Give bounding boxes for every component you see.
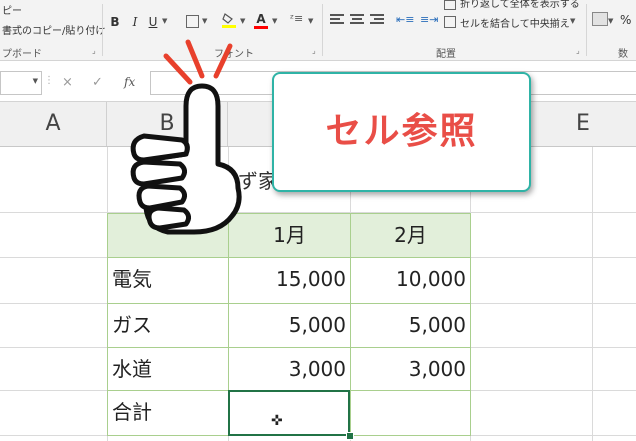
clipboard-copy-item[interactable]: ピー — [2, 2, 22, 17]
font-color-icon[interactable]: A — [254, 12, 268, 29]
borders-dropdown-icon[interactable]: ▼ — [202, 17, 207, 25]
phonetic-dropdown-icon[interactable]: ▼ — [308, 17, 313, 25]
align-center-icon[interactable] — [350, 14, 364, 28]
wrap-text-icon[interactable] — [444, 0, 456, 10]
percent-style-button[interactable]: % — [620, 13, 631, 27]
value-cell[interactable]: 3,000 — [228, 347, 351, 391]
merge-center-icon[interactable] — [444, 16, 456, 28]
alignment-launcher-icon[interactable]: ⌟ — [576, 46, 580, 55]
total-label-cell[interactable]: 合計 — [107, 390, 229, 436]
callout-box: セル参照 — [272, 72, 531, 192]
ribbon-divider — [322, 4, 323, 56]
borders-icon[interactable] — [186, 15, 199, 28]
value-cell[interactable]: 10,000 — [350, 257, 471, 304]
resize-dots-icon[interactable]: ⋮ — [44, 75, 54, 86]
merge-dropdown-icon[interactable]: ▼ — [570, 17, 575, 25]
clipboard-group-label: プボード — [2, 49, 42, 60]
value-cell[interactable]: 5,000 — [350, 303, 471, 348]
number-group-label: 数 — [618, 49, 628, 60]
accounting-dropdown-icon[interactable]: ▼ — [608, 17, 613, 25]
wrap-text-button[interactable]: 折り返して全体を表示する — [460, 0, 580, 10]
column-header-a[interactable]: A — [0, 102, 107, 146]
alignment-group-label: 配置 — [436, 49, 456, 60]
row-label-cell[interactable]: 水道 — [107, 347, 229, 391]
decrease-indent-icon[interactable]: ⇤≡ — [396, 13, 414, 26]
phonetic-guide-icon[interactable]: ᶻ≡ — [290, 12, 303, 25]
callout-text: セル参照 — [325, 111, 478, 152]
fill-handle[interactable] — [346, 432, 354, 440]
value-cell[interactable]: 5,000 — [228, 303, 351, 348]
accounting-format-icon[interactable] — [592, 12, 608, 26]
font-color-dropdown-icon[interactable]: ▼ — [272, 17, 277, 25]
ribbon: ピー 書式のコピー/貼り付け プボード ⌟ B I U ▼ ▼ ▼ A ▼ ᶻ≡… — [0, 0, 636, 61]
increase-indent-icon[interactable]: ≡⇥ — [420, 13, 438, 26]
clipboard-launcher-icon[interactable]: ⌟ — [92, 46, 96, 55]
gridline — [592, 147, 593, 441]
cell-cursor-icon: ✜ — [271, 413, 283, 429]
ribbon-divider — [586, 4, 587, 56]
align-left-icon[interactable] — [330, 14, 344, 28]
merge-center-button[interactable]: セルを結合して中央揃え — [460, 15, 570, 30]
underline-button[interactable]: U — [146, 14, 160, 30]
value-cell[interactable]: 15,000 — [228, 257, 351, 304]
row-label-cell[interactable]: ガス — [107, 303, 229, 348]
font-launcher-icon[interactable]: ⌟ — [312, 46, 316, 55]
align-right-icon[interactable] — [370, 14, 384, 28]
ribbon-divider — [102, 4, 103, 56]
format-painter-button[interactable]: 書式のコピー/貼り付け — [2, 22, 105, 37]
active-cell-selection[interactable] — [228, 390, 350, 436]
cancel-icon[interactable]: × — [62, 75, 73, 90]
row-label-cell[interactable]: 電気 — [107, 257, 229, 304]
enter-icon[interactable]: ✓ — [92, 75, 103, 90]
fill-color-dropdown-icon[interactable]: ▼ — [240, 17, 245, 25]
name-box-dropdown-icon[interactable]: ▼ — [33, 77, 38, 85]
underline-dropdown-icon[interactable]: ▼ — [162, 17, 167, 25]
total-feb-cell[interactable] — [350, 390, 471, 436]
fill-color-icon[interactable] — [222, 12, 236, 28]
pointing-hand-icon — [120, 36, 260, 236]
italic-button[interactable]: I — [128, 14, 142, 30]
table-header-cell[interactable]: 2月 — [350, 213, 471, 258]
bold-button[interactable]: B — [108, 14, 122, 30]
value-cell[interactable]: 3,000 — [350, 347, 471, 391]
name-box[interactable]: ▼ — [0, 71, 42, 95]
